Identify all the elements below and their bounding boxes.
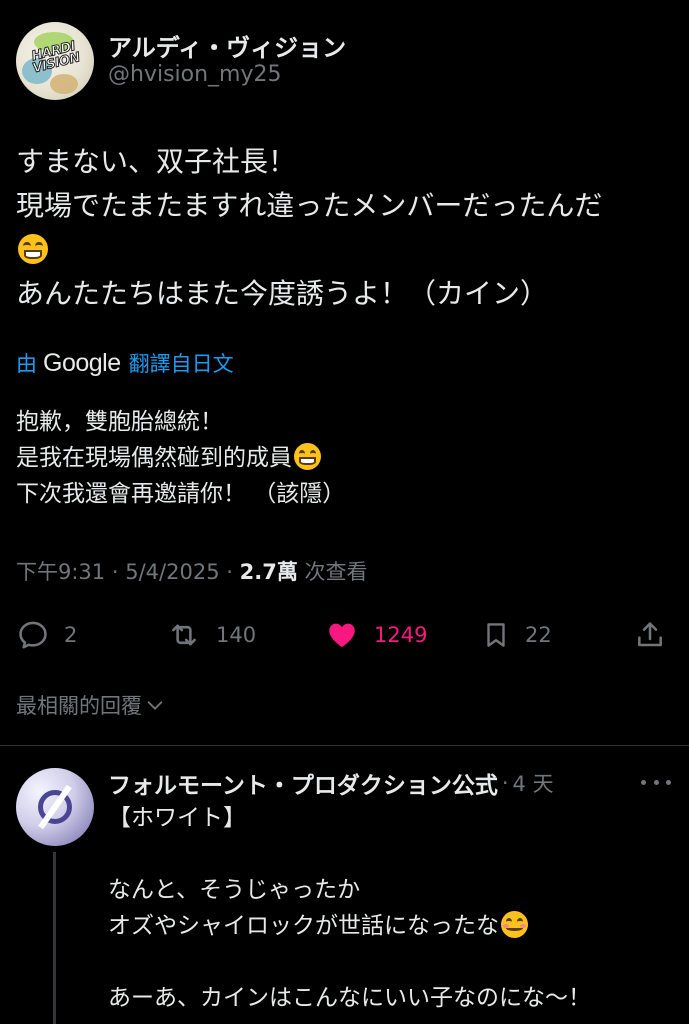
meta-separator: ·	[501, 771, 509, 795]
post-text-line: すまない、双子社長！	[16, 145, 297, 178]
post-text: すまない、双子社長！ 現場でたまたますれ違ったメンバーだったんだ あんたたちはま…	[16, 140, 676, 316]
reply-author-avatar[interactable]	[16, 768, 94, 846]
post-date[interactable]: 5/4/2025	[125, 560, 219, 584]
author-handle[interactable]: @hvision_my25	[108, 62, 282, 87]
translated-line-text: 是我在現場偶然碰到的成員	[16, 445, 292, 471]
more-options-icon[interactable]	[641, 772, 671, 792]
views-count: 2.7萬	[239, 560, 298, 584]
like-count: 1249	[374, 623, 428, 647]
smiling-face-emoji-icon	[501, 911, 528, 938]
reply-text-line: オズやシャイロックが世話になったな	[108, 913, 499, 939]
reply-author-name[interactable]: フォルモーント・プロダクション公式	[108, 766, 498, 800]
replies-sort-dropdown[interactable]: 最相關的回覆	[16, 690, 166, 720]
reply-text-line: あーあ、カインはこんなにいい子なのにな～！	[108, 985, 591, 1011]
translation-source-label: 翻譯自日文	[128, 352, 234, 376]
post-actions: 2 140 1249 22	[0, 612, 689, 658]
replies-sort-label: 最相關的回覆	[16, 694, 142, 718]
post-text-line-emoji	[16, 228, 676, 272]
grinning-face-emoji-icon	[18, 234, 48, 264]
meta-separator: ·	[111, 560, 119, 584]
reply-text: 【ホワイト】 なんと、そうじゃったか オズやシャイロックが世話になったな あーあ…	[108, 800, 678, 1016]
section-divider	[0, 745, 689, 746]
reply-time[interactable]: 4 天	[513, 768, 554, 798]
google-logo: Google	[43, 348, 121, 377]
avatar-logo-text: HARDI VISION	[30, 39, 82, 77]
reply-count: 2	[64, 623, 78, 647]
share-icon	[638, 622, 662, 647]
grinning-face-emoji-icon	[294, 443, 321, 470]
thread-line	[53, 852, 56, 1024]
translated-line-with-emoji: 是我在現場偶然碰到的成員	[16, 440, 676, 476]
translated-text: 抱歉，雙胞胎總統！ 是我在現場偶然碰到的成員 下次我還會再邀請你！ （該隱）	[16, 404, 676, 512]
reply-header: フォルモーント・プロダクション公式 · 4 天	[108, 766, 554, 800]
author-display-name[interactable]: アルディ・ヴィジョン	[108, 28, 346, 63]
bookmark-button[interactable]: 22	[481, 612, 552, 658]
avatar-decoration	[50, 74, 78, 94]
reply-text-line-with-emoji: オズやシャイロックが世話になったな	[108, 908, 678, 944]
share-button[interactable]	[634, 612, 666, 658]
repost-button[interactable]: 140	[166, 612, 256, 658]
translated-line: 抱歉，雙胞胎總統！	[16, 409, 223, 435]
reply-text-line: 【ホワイト】	[108, 805, 246, 831]
like-button[interactable]: 1249	[324, 612, 427, 658]
post-time[interactable]: 下午9:31	[16, 560, 105, 584]
post-meta: 下午9:31 · 5/4/2025 · 2.7萬 次查看	[16, 556, 368, 586]
post-text-line: あんたたちはまた今度誘うよ！（カイン）	[16, 277, 549, 310]
reply-text-line: なんと、そうじゃったか	[108, 877, 361, 903]
translation-attribution[interactable]: 由 Google 翻譯自日文	[16, 346, 234, 380]
reply-text-line	[108, 944, 678, 980]
post-text-line: 現場でたまたますれ違ったメンバーだったんだ	[16, 189, 603, 222]
chevron-down-icon	[147, 701, 163, 710]
reply-text-line	[108, 836, 678, 872]
author-avatar[interactable]: HARDI VISION	[16, 22, 94, 100]
heart-filled-icon	[329, 623, 355, 648]
bookmark-icon	[487, 623, 505, 647]
reply-icon	[19, 621, 47, 649]
meta-separator: ·	[226, 560, 233, 584]
repost-icon	[172, 624, 196, 646]
reply-button[interactable]: 2	[16, 612, 77, 658]
bookmark-count: 22	[525, 623, 552, 647]
views-label: 次查看	[304, 560, 368, 584]
translated-line: 下次我還會再邀請你！ （該隱）	[16, 481, 346, 507]
translation-by-label: 由	[16, 352, 37, 376]
repost-count: 140	[216, 623, 257, 647]
